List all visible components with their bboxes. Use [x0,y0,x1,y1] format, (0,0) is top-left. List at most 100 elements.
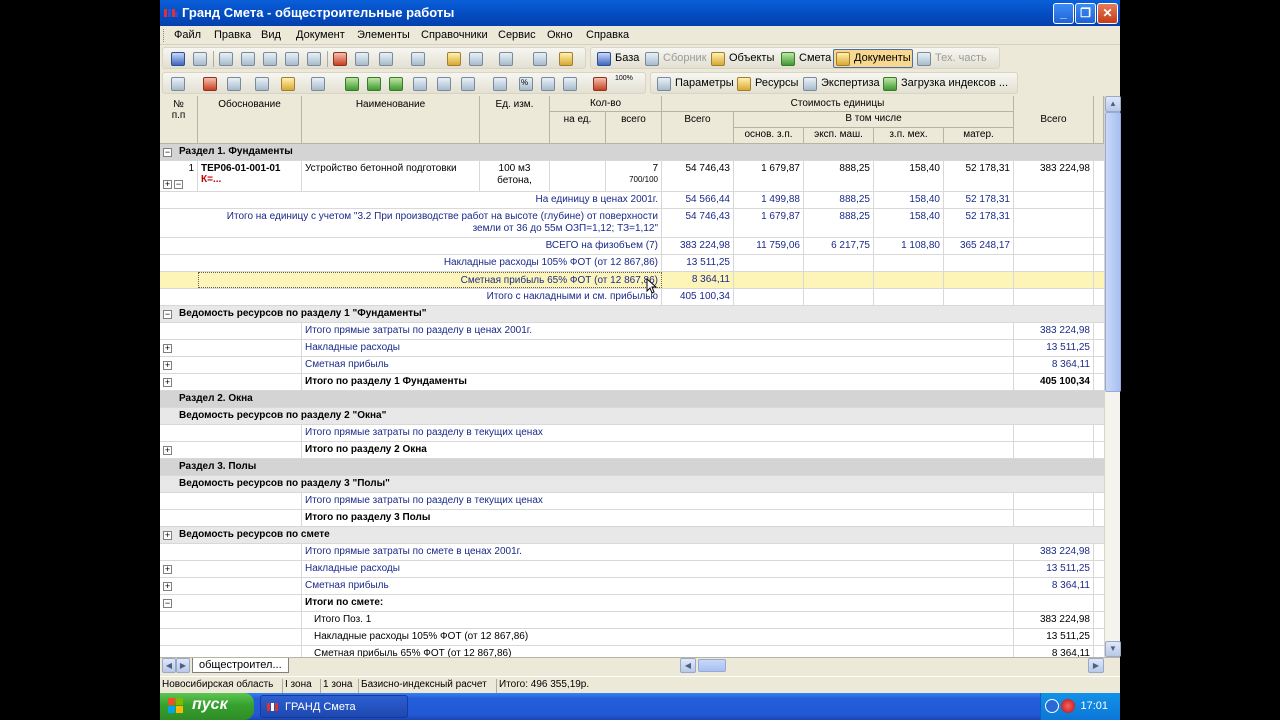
summary-row[interactable]: + Накладные расходы 13 511,25 [160,340,1104,357]
summary-row[interactable]: Накладные расходы 105% ФОТ (от 12 867,86… [160,629,1104,646]
resource-sheet-row[interactable]: Ведомость ресурсов по разделу 3 "Полы" [160,476,1104,493]
smeta-button[interactable]: Смета [799,52,831,64]
summary-row[interactable]: Итого Поз. 1 383 224,98 [160,612,1104,629]
documents-button[interactable]: Документы [833,49,913,68]
physical-volume-row[interactable]: ВСЕГО на физобъем (7) 383 224,98 11 759,… [160,238,1104,255]
col-qty-total-header[interactable]: всего [606,112,662,144]
columns-icon[interactable] [379,52,393,66]
col-qty-per-unit-header[interactable]: на ед. [550,112,606,144]
price-2001-row[interactable]: На единицу в ценах 2001г. 54 566,44 1 49… [160,192,1104,209]
resources-button[interactable]: Ресурсы [755,77,798,89]
minimize-button[interactable]: _ [1053,3,1074,24]
resource-sheet-row[interactable]: − Ведомость ресурсов по разделу 1 "Фунда… [160,306,1104,323]
section-total-row[interactable]: Итого по разделу 3 Полы [160,510,1104,527]
scroll-up-button[interactable]: ▲ [1105,96,1121,112]
collapse-toggle[interactable]: − [163,148,172,157]
collapse-toggle[interactable]: − [174,180,183,189]
section-total-row[interactable]: + Итого по разделу 1 Фундаменты 405 100,… [160,374,1104,391]
collapse-toggle[interactable]: − [163,310,172,319]
menu-grip[interactable] [163,29,166,42]
col-osn-zp-header[interactable]: основ. з.п. [734,128,804,144]
add-subitem-icon[interactable] [389,77,403,91]
expand-toggle[interactable]: + [163,180,172,189]
resource-sheet-row[interactable]: Ведомость ресурсов по разделу 2 "Окна" [160,408,1104,425]
menu-references[interactable]: Справочники [421,29,488,41]
save-icon[interactable] [171,52,185,66]
move-down-icon[interactable] [437,77,451,91]
summary-row[interactable]: Итого прямые затраты по разделу в ценах … [160,323,1104,340]
col-total-header[interactable]: Всего [1014,96,1094,144]
view-mode-icon[interactable] [171,77,185,91]
comment-icon[interactable] [255,77,269,91]
expertise-button[interactable]: Экспертиза [821,77,880,89]
cut-icon[interactable] [241,52,255,66]
hscroll-right-button[interactable]: ▶ [1088,658,1104,673]
coefficient-icon[interactable] [493,77,507,91]
col-incl-header[interactable]: В том числе [734,112,1014,128]
move-up-icon[interactable] [413,77,427,91]
menu-service[interactable]: Сервис [498,29,536,41]
col-zp-meh-header[interactable]: з.п. мех. [874,128,944,144]
paste-icon[interactable] [263,52,277,66]
taskbar-app-button[interactable]: ГРАНД Смета [260,695,408,718]
expand-toggle[interactable]: + [163,531,172,540]
menu-document[interactable]: Документ [296,29,345,41]
sheet-next-button[interactable]: ▶ [176,658,190,673]
section-row[interactable]: Раздел 2. Окна [160,391,1104,408]
parameters-button[interactable]: Параметры [675,77,734,89]
notes-icon[interactable] [559,52,573,66]
refresh-icon[interactable] [469,52,483,66]
delete-icon[interactable] [333,52,347,66]
undo-icon[interactable] [285,52,299,66]
sbornik-button[interactable]: Сборник [663,52,707,64]
summary-row[interactable]: Итого прямые затраты по разделу в текущи… [160,425,1104,442]
col-unit-header[interactable]: Ед. изм. [480,96,550,144]
image-icon[interactable] [461,77,475,91]
col-name-header[interactable]: Наименование [302,96,480,144]
save-all-icon[interactable] [193,52,207,66]
calculator-icon[interactable] [533,52,547,66]
open-folder-icon[interactable] [447,52,461,66]
copy-icon[interactable] [219,52,233,66]
col-num-header[interactable]: № п.п [160,96,198,144]
hscroll-thumb[interactable] [698,659,726,672]
recalc-icon[interactable] [563,77,577,91]
menu-edit[interactable]: Правка [214,29,251,41]
grand-logo-icon[interactable] [203,77,217,91]
total-with-overhead-row[interactable]: Итого с накладными и см. прибылью 405 10… [160,289,1104,306]
hscroll-left-button[interactable]: ◀ [680,658,696,673]
scroll-thumb[interactable] [1105,112,1121,392]
position-row[interactable]: 1 + − ТЕР06-01-001-01 К=... Устройство б… [160,161,1104,192]
add-position-icon[interactable] [367,77,381,91]
summary-row[interactable]: + Сметная прибыль 8 364,11 [160,357,1104,374]
section-row[interactable]: Раздел 3. Полы [160,459,1104,476]
col-basis-header[interactable]: Обоснование [198,96,302,144]
menu-view[interactable]: Вид [261,29,281,41]
profit-row-selected[interactable]: Сметная прибыль 65% ФОТ (от 12 867,86) 8… [160,272,1104,294]
clock[interactable]: 17:01 [1080,700,1108,712]
scroll-down-button[interactable]: ▼ [1105,641,1121,657]
tray-alert-icon[interactable] [1061,699,1075,713]
menu-help[interactable]: Справка [586,29,629,41]
col-uc-total-header[interactable]: Всего [662,112,734,144]
col-qty-header[interactable]: Кол-во [550,96,662,112]
summary-row[interactable]: Итого прямые затраты по смете в ценах 20… [160,544,1104,561]
calc-table-icon[interactable] [541,77,555,91]
vertical-scrollbar[interactable]: ▲ ▼ [1104,96,1121,657]
properties-icon[interactable] [355,52,369,66]
database-icon[interactable] [597,52,611,66]
sort-icon[interactable] [411,52,425,66]
sheet-prev-button[interactable]: ◀ [162,658,176,673]
section-total-row[interactable]: + Итого по разделу 2 Окна [160,442,1104,459]
load-indexes-button[interactable]: Загрузка индексов ... [901,77,1008,89]
summary-row[interactable]: + Сметная прибыль 8 364,11 [160,578,1104,595]
remove-percent-icon[interactable] [593,77,607,91]
insert-row-icon[interactable] [311,77,325,91]
mark-icon[interactable] [281,77,295,91]
overhead-row[interactable]: Накладные расходы 105% ФОТ (от 12 867,86… [160,255,1104,272]
menu-file[interactable]: Файл [174,29,201,41]
col-mater-header[interactable]: матер. [944,128,1014,144]
summary-row[interactable]: Итого прямые затраты по разделу в текущи… [160,493,1104,510]
estimate-totals-row[interactable]: − Итоги по смете: [160,595,1104,612]
find-icon[interactable] [307,52,321,66]
